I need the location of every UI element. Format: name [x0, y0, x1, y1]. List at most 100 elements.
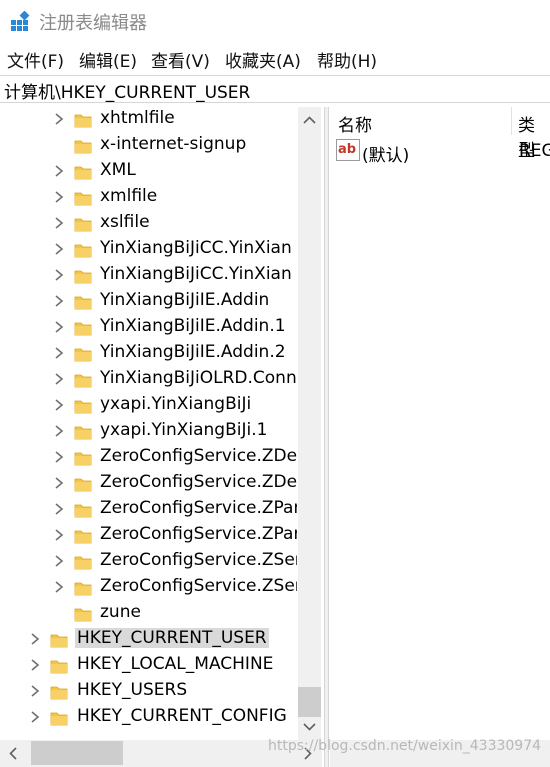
- address-path[interactable]: 计算机\HKEY_CURRENT_USER: [4, 78, 250, 103]
- column-header-name[interactable]: 名称: [338, 111, 372, 141]
- tree-item[interactable]: YinXiangBiJiCC.YinXian: [0, 237, 300, 263]
- tree-item[interactable]: XML: [0, 159, 300, 185]
- expand-chevron-icon[interactable]: [28, 631, 42, 647]
- menu-help[interactable]: 帮助(H): [317, 47, 377, 72]
- folder-icon: [50, 683, 68, 701]
- expand-chevron-icon[interactable]: [52, 345, 66, 361]
- tree-root-label: HKEY_CURRENT_USER: [75, 628, 269, 648]
- expand-chevron-icon[interactable]: [52, 423, 66, 439]
- expand-chevron-icon[interactable]: [52, 189, 66, 205]
- tree-item[interactable]: ZeroConfigService.ZSer: [0, 549, 300, 575]
- tree-item-label: xhtmlfile: [100, 108, 175, 128]
- tree-item[interactable]: ZeroConfigService.ZPar: [0, 523, 300, 549]
- tree-item[interactable]: zune: [0, 601, 300, 627]
- horizontal-scroll-thumb[interactable]: [31, 741, 123, 765]
- tree-item-label: YinXiangBiJiIE.Addin.2: [100, 342, 286, 362]
- tree-item[interactable]: ZeroConfigService.ZDe: [0, 445, 300, 471]
- window-title: 注册表编辑器: [39, 13, 147, 34]
- expand-chevron-icon[interactable]: [52, 475, 66, 491]
- registry-editor-app-icon: [11, 11, 30, 31]
- expand-chevron-icon[interactable]: [52, 527, 66, 543]
- vertical-scroll-thumb[interactable]: [298, 687, 321, 717]
- expand-chevron-icon[interactable]: [52, 449, 66, 465]
- tree-root-label: HKEY_USERS: [77, 680, 188, 700]
- expand-chevron-icon[interactable]: [28, 709, 42, 725]
- folder-icon: [50, 631, 68, 649]
- tree-item[interactable]: xhtmlfile: [0, 107, 300, 133]
- tree-item[interactable]: YinXiangBiJiIE.Addin: [0, 289, 300, 315]
- key-tree[interactable]: xhtmlfile x-internet-signup XML xmlfile xslf…: [0, 107, 322, 743]
- expand-chevron-icon[interactable]: [52, 397, 66, 413]
- tree-item-label: xslfile: [100, 212, 150, 232]
- tree-item-label: zune: [100, 602, 141, 622]
- tree-item[interactable]: ZeroConfigService.ZDe: [0, 471, 300, 497]
- expand-chevron-icon[interactable]: [52, 111, 66, 127]
- tree-item[interactable]: yxapi.YinXiangBiJi: [0, 393, 300, 419]
- svg-text:ab: ab: [338, 142, 356, 157]
- tree-item[interactable]: x-internet-signup: [0, 133, 300, 159]
- tree-item[interactable]: YinXiangBiJiOLRD.Conn: [0, 367, 300, 393]
- folder-icon: [74, 605, 92, 623]
- column-header-type[interactable]: 类型: [518, 111, 550, 161]
- folder-icon: [74, 501, 92, 519]
- tree-item[interactable]: xmlfile: [0, 185, 300, 211]
- expand-chevron-icon[interactable]: [28, 683, 42, 699]
- tree-item[interactable]: ZeroConfigService.ZPar: [0, 497, 300, 523]
- tree-root-label: HKEY_LOCAL_MACHINE: [77, 654, 274, 674]
- tree-root-item[interactable]: HKEY_CURRENT_CONFIG: [0, 705, 300, 731]
- tree-item[interactable]: ZeroConfigService.ZSer: [0, 575, 300, 601]
- tree-item-label: yxapi.YinXiangBiJi.1: [100, 420, 268, 440]
- expand-chevron-icon[interactable]: [52, 293, 66, 309]
- expand-chevron-icon[interactable]: [52, 267, 66, 283]
- expand-chevron-icon[interactable]: [52, 241, 66, 257]
- folder-icon: [74, 553, 92, 571]
- folder-icon: [74, 475, 92, 493]
- value-list[interactable]: 名称 类型 ab (默认) REG_SZ: [330, 107, 550, 767]
- tree-root-item[interactable]: HKEY_CURRENT_USER: [0, 627, 300, 653]
- menu-file[interactable]: 文件(F): [7, 47, 64, 72]
- folder-icon: [74, 215, 92, 233]
- folder-icon: [74, 137, 92, 155]
- tree-root-item[interactable]: HKEY_LOCAL_MACHINE: [0, 653, 300, 679]
- folder-icon: [50, 657, 68, 675]
- expand-chevron-icon[interactable]: [52, 215, 66, 231]
- expand-chevron-icon[interactable]: [52, 163, 66, 179]
- scroll-up-icon[interactable]: [302, 113, 317, 128]
- menu-edit[interactable]: 编辑(E): [79, 47, 137, 72]
- folder-icon: [74, 267, 92, 285]
- tree-item-label: ZeroConfigService.ZDe: [100, 446, 297, 466]
- expand-chevron-icon[interactable]: [52, 501, 66, 517]
- tree-item[interactable]: YinXiangBiJiIE.Addin.1: [0, 315, 300, 341]
- folder-icon: [74, 449, 92, 467]
- scroll-left-icon[interactable]: [6, 746, 21, 761]
- tree-item-label: ZeroConfigService.ZSer: [100, 550, 297, 570]
- folder-icon: [74, 345, 92, 363]
- expand-chevron-icon[interactable]: [52, 319, 66, 335]
- tree-item-label: ZeroConfigService.ZDe: [100, 472, 297, 492]
- column-separator[interactable]: [511, 107, 512, 135]
- expand-chevron-icon[interactable]: [52, 579, 66, 595]
- folder-icon: [74, 111, 92, 129]
- menu-favorites[interactable]: 收藏夹(A): [225, 47, 301, 72]
- tree-item-label: YinXiangBiJiIE.Addin: [100, 290, 270, 310]
- tree-item-label: XML: [100, 160, 136, 180]
- scroll-down-icon[interactable]: [302, 719, 317, 734]
- folder-icon: [74, 293, 92, 311]
- menu-view[interactable]: 查看(V): [151, 47, 210, 72]
- tree-item[interactable]: YinXiangBiJiIE.Addin.2: [0, 341, 300, 367]
- expand-chevron-icon[interactable]: [28, 657, 42, 673]
- watermark-text: https://blog.csdn.net/weixin_43330974: [268, 738, 542, 754]
- tree-root-item[interactable]: HKEY_USERS: [0, 679, 300, 705]
- list-item[interactable]: ab (默认) REG_SZ: [330, 139, 550, 166]
- tree-item[interactable]: YinXiangBiJiCC.YinXian: [0, 263, 300, 289]
- pane-splitter[interactable]: [324, 107, 329, 767]
- tree-item[interactable]: xslfile: [0, 211, 300, 237]
- expand-chevron-icon[interactable]: [52, 371, 66, 387]
- tree-item[interactable]: yxapi.YinXiangBiJi.1: [0, 419, 300, 445]
- value-name: (默认): [362, 146, 410, 166]
- address-bar[interactable]: 计算机\HKEY_CURRENT_USER: [0, 75, 550, 103]
- tree-vertical-scrollbar[interactable]: [298, 107, 321, 740]
- folder-icon: [74, 397, 92, 415]
- expand-chevron-icon[interactable]: [52, 553, 66, 569]
- tree-item-label: yxapi.YinXiangBiJi: [100, 394, 252, 414]
